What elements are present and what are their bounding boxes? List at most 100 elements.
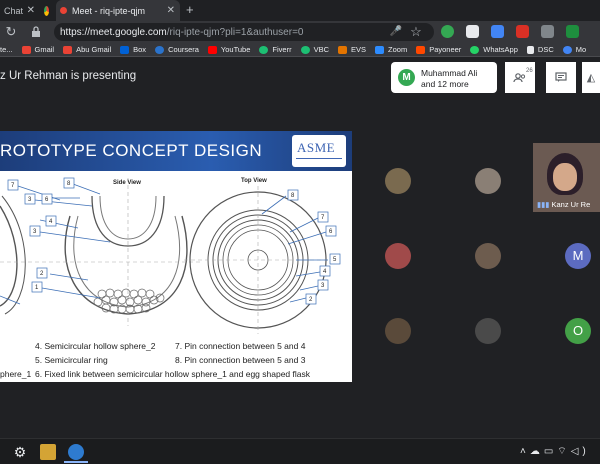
bookmark-coursera[interactable]: Coursera <box>155 45 199 54</box>
bookmark-mo[interactable]: Mo <box>562 45 586 54</box>
prototype-diagram: Side View Top View 7 8 6 3 4 3 2 1 8 7 6… <box>0 176 352 334</box>
payoneer-icon <box>416 45 426 54</box>
speaker-caption: ▮▮▮ Kanz Ur Re <box>537 200 590 209</box>
participant-avatar[interactable] <box>385 168 411 194</box>
bookmark-dsc[interactable]: DSC <box>526 45 554 54</box>
legend-item: 4. Semicircular hollow sphere_2 <box>35 341 156 351</box>
grammarly-icon[interactable] <box>441 25 454 38</box>
slide-title: ROTOTYPE CONCEPT DESIGN <box>0 141 263 160</box>
asme-logo: ASME <box>292 135 346 167</box>
bookmark-whatsapp[interactable]: WhatsApp <box>470 45 518 54</box>
bookmark-youtube[interactable]: YouTube <box>207 45 250 54</box>
bookmark-abu-gmail[interactable]: Abu Gmail <box>63 45 111 54</box>
activities-button[interactable]: ◭ <box>582 62 600 93</box>
chrome-icon <box>562 45 572 54</box>
participant-grid <box>356 143 533 367</box>
speaker-face <box>553 163 577 191</box>
system-tray-icons[interactable]: ˄☁▭⌔◁) <box>520 445 590 458</box>
people-card[interactable]: M Muhammad Ali and 12 more <box>391 62 497 93</box>
side-view-label: Side View <box>113 180 141 186</box>
participant-name: Muhammad Ali <box>421 68 478 78</box>
settings-icon[interactable]: ⚙ <box>12 444 28 460</box>
participant-avatar[interactable] <box>385 243 411 269</box>
extension-green-icon[interactable] <box>566 25 579 38</box>
microphone-icon[interactable]: 🎤 <box>388 24 404 40</box>
taskbar: ⚙ ˄☁▭⌔◁) <box>0 438 600 464</box>
participant-avatar-o[interactable]: O <box>565 318 591 344</box>
extension-grey-icon[interactable] <box>466 25 479 38</box>
page-icon <box>526 45 534 54</box>
new-tab-button[interactable]: + <box>186 2 194 17</box>
secure-lock-icon[interactable] <box>28 24 44 40</box>
edge-icon[interactable] <box>68 444 84 460</box>
whatsapp-icon <box>470 45 480 54</box>
chat-icon <box>555 72 567 82</box>
bookmark-item[interactable]: te... <box>0 45 13 54</box>
avatar: M <box>398 69 415 86</box>
participant-more: and 12 more <box>421 79 469 89</box>
legend-item: 6. Fixed link between semicircular hollo… <box>35 369 310 379</box>
active-speaker-tile[interactable]: ▮▮▮ Kanz Ur Re <box>533 143 600 212</box>
tab-favicon-chrome[interactable] <box>40 0 54 21</box>
chrome-icon <box>44 5 49 16</box>
participant-avatar[interactable] <box>475 243 501 269</box>
vbc-icon <box>300 45 310 54</box>
bookmark-evs[interactable]: EVS <box>338 45 366 54</box>
slide-header: ROTOTYPE CONCEPT DESIGN ASME <box>0 131 352 171</box>
extension-gray-icon[interactable] <box>541 25 554 38</box>
bookmark-gmail[interactable]: Gmail <box>21 45 54 54</box>
meet-window: z Ur Rehman is presenting M Muhammad Ali… <box>0 58 600 438</box>
reload-icon[interactable]: ↻ <box>3 24 19 40</box>
people-button[interactable]: 26 <box>505 62 535 93</box>
bookmark-payoneer[interactable]: Payoneer <box>416 45 461 54</box>
bookmark-vbc[interactable]: VBC <box>300 45 329 54</box>
tab-label: Chat <box>4 5 24 16</box>
participant-avatar[interactable] <box>475 168 501 194</box>
zoom-icon <box>375 45 385 54</box>
legend-item: 8. Pin connection between 5 and 3 <box>175 355 306 365</box>
address-bar[interactable]: https://meet.google.com/riq-ipte-qjm?pli… <box>54 23 434 41</box>
file-explorer-icon[interactable] <box>40 444 56 460</box>
participant-avatar[interactable] <box>385 318 411 344</box>
close-icon[interactable]: ✕ <box>167 5 175 16</box>
legend-item: 5. Semicircular ring <box>35 355 108 365</box>
speaker-name: Kanz Ur Re <box>551 200 591 209</box>
asme-logo-text: ASME <box>297 140 336 155</box>
fiverr-icon <box>259 45 269 54</box>
tab-meet[interactable]: Meet - riq-ipte-qjm ✕ <box>56 0 180 21</box>
extension-blue-icon[interactable] <box>491 25 504 38</box>
url-host: https://meet.google.com <box>60 26 167 38</box>
bookmarks-bar: te... Gmail Abu Gmail Box Coursera YouTu… <box>0 43 600 57</box>
participant-avatar[interactable] <box>475 318 501 344</box>
bookmark-fiverr[interactable]: Fiverr <box>259 45 292 54</box>
speaking-indicator-icon: ▮▮▮ <box>537 200 550 209</box>
participant-avatar-m[interactable]: M <box>565 243 591 269</box>
legend-item: phere_1 <box>0 369 32 379</box>
tab-strip: Chat ✕ Meet - riq-ipte-qjm ✕ + <box>0 0 600 21</box>
tab-label: Meet - riq-ipte-qjm <box>72 5 146 16</box>
shapes-icon: ◭ <box>586 72 596 84</box>
url-path: /riq-ipte-qjm?pli=1&authuser=0 <box>166 26 304 38</box>
active-app-indicator <box>64 461 88 463</box>
pdf-icon[interactable] <box>516 25 529 38</box>
star-icon[interactable]: ☆ <box>408 24 424 40</box>
recording-dot-icon <box>60 7 67 14</box>
top-view-label: Top View <box>241 178 267 184</box>
youtube-icon <box>207 45 217 54</box>
tab-chat[interactable]: Chat ✕ <box>0 0 40 21</box>
bookmark-box[interactable]: Box <box>120 45 146 54</box>
chat-button[interactable] <box>546 62 576 93</box>
coursera-icon <box>155 45 165 54</box>
navigation-bar: ↻ https://meet.google.com/riq-ipte-qjm?p… <box>0 21 600 43</box>
close-icon[interactable]: ✕ <box>27 5 35 16</box>
people-icon <box>513 72 526 82</box>
bookmark-zoom[interactable]: Zoom <box>375 45 407 54</box>
legend-item: 7. Pin connection between 5 and 4 <box>175 341 306 351</box>
gmail-icon <box>21 45 31 54</box>
participant-count: 26 <box>526 68 533 74</box>
evs-icon <box>338 45 347 54</box>
box-icon <box>120 45 130 54</box>
gmail-icon <box>63 45 73 54</box>
presentation-slide: ROTOTYPE CONCEPT DESIGN ASME Side View T… <box>0 131 352 382</box>
presenting-label: z Ur Rehman is presenting <box>0 70 137 82</box>
